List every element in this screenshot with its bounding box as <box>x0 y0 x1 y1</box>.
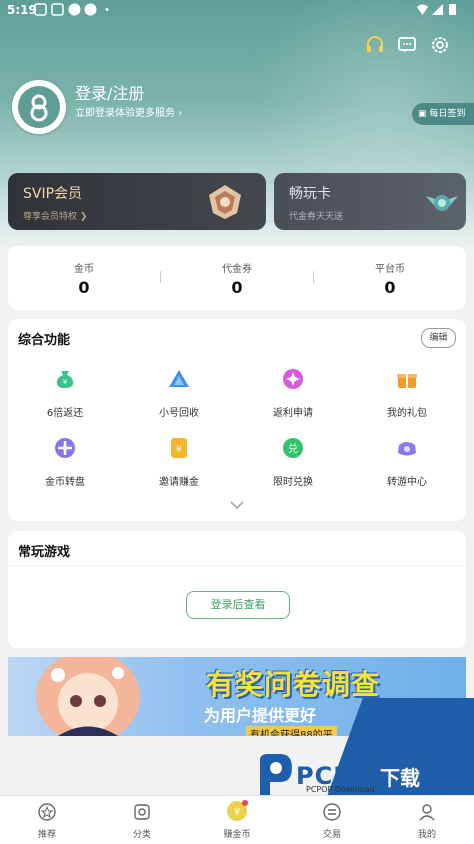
stat-value: 0 <box>384 278 396 297</box>
feature-item[interactable]: 我的礼包 <box>350 368 464 428</box>
coin-icon: ¥ <box>227 800 248 821</box>
exchange-icon: 兑 <box>283 438 303 458</box>
download-icon <box>84 3 97 16</box>
divider <box>8 565 466 566</box>
login-to-view-button[interactable]: 登录后查看 <box>186 591 290 619</box>
recent-games-panel: 常玩游戏 登录后查看 <box>8 531 466 648</box>
features-panel: 综合功能 编辑 ¥ 6倍返还 小号回收 返利申请 我的礼包 金币转盘 ¥ 邀请赚… <box>8 319 466 521</box>
svip-title: SVIP会员 <box>23 186 83 202</box>
tab-category[interactable]: 分类 <box>95 796 189 844</box>
login-register-title[interactable]: 登录/注册 <box>75 80 144 104</box>
svip-card[interactable]: SVIP会员 尊享会员特权 ❯ <box>8 173 266 230</box>
tab-profile[interactable]: 我的 <box>380 796 474 844</box>
coin-card-icon: ¥ <box>171 438 187 458</box>
feature-item[interactable]: 小号回收 <box>122 368 236 428</box>
game-icon <box>398 442 416 456</box>
feature-label: 小号回收 <box>159 408 199 419</box>
tab-recommend[interactable]: 推荐 <box>0 796 94 844</box>
features-title: 综合功能 <box>18 333 71 348</box>
daily-checkin-button[interactable]: ▣ 每日签到 <box>412 103 474 125</box>
feature-item[interactable]: ¥ 6倍返还 <box>8 368 122 428</box>
category-icon <box>134 804 150 820</box>
profile-icon <box>419 804 435 821</box>
wallet-stats-panel: 金币 0 代金券 0 平台币 0 <box>8 246 466 310</box>
money-bag-icon: ¥ <box>56 371 74 388</box>
svg-text:兑: 兑 <box>288 442 298 455</box>
feature-label: 金币转盘 <box>45 477 85 488</box>
feature-label: 6倍返还 <box>46 408 84 419</box>
feature-item[interactable]: 返利申请 <box>236 368 350 428</box>
play-card[interactable]: 畅玩卡 代金券天天送 <box>274 173 466 230</box>
stat-label: 金币 <box>74 264 94 275</box>
feature-item[interactable]: 兑 限时兑换 <box>236 437 350 497</box>
tab-label: 赚金币 <box>223 830 251 840</box>
message-icon[interactable] <box>396 34 418 56</box>
stat-value: 0 <box>78 278 90 297</box>
edit-button[interactable]: 编辑 <box>421 328 456 348</box>
recent-games-title: 常玩游戏 <box>18 545 71 560</box>
tab-label: 我的 <box>417 830 436 840</box>
gift-icon: ▣ <box>418 109 430 119</box>
banner-title: 有奖问卷调查 <box>206 668 381 701</box>
feature-label: 邀请赚金 <box>159 477 199 488</box>
download-icon <box>68 3 81 16</box>
feature-item[interactable]: 转游中心 <box>350 437 464 497</box>
triangle-icon <box>169 370 189 387</box>
gift-icon <box>397 374 417 388</box>
headset-icon[interactable] <box>364 34 386 56</box>
feature-label: 我的礼包 <box>387 408 427 419</box>
watermark-cn: 下载 <box>380 766 420 790</box>
crown-badge-icon <box>209 185 241 219</box>
login-subtitle[interactable]: 立即登录体验更多服务 › <box>75 104 182 119</box>
tab-label: 分类 <box>132 830 151 840</box>
stat-label: 代金券 <box>222 264 252 275</box>
status-time: 5:19 <box>7 3 37 17</box>
avatar[interactable] <box>12 80 66 134</box>
svg-text:¥: ¥ <box>63 378 68 386</box>
svg-text:¥: ¥ <box>234 807 240 818</box>
pcpop-logo-icon <box>260 754 292 796</box>
play-card-subtitle: 代金券天天送 <box>289 212 344 222</box>
sparkle-icon <box>283 369 303 389</box>
dot-icon <box>105 8 109 11</box>
daily-checkin-label: 每日签到 <box>429 109 466 119</box>
play-card-title: 畅玩卡 <box>289 186 331 202</box>
chevron-down-icon[interactable] <box>230 500 244 510</box>
trade-icon <box>323 803 341 821</box>
wings-badge-icon <box>426 195 458 211</box>
status-bar: 5:19 <box>0 0 474 20</box>
feature-label: 转游中心 <box>387 477 427 488</box>
settings-gear-icon[interactable] <box>429 34 451 56</box>
bottom-tab-bar: 推荐 分类 ¥ 赚金币 交易 我的 <box>0 795 474 844</box>
svip-subtitle: 尊享会员特权 ❯ <box>23 212 88 222</box>
tab-trade[interactable]: 交易 <box>285 796 379 844</box>
notification-icon <box>34 3 47 16</box>
feature-item[interactable]: 金币转盘 <box>8 437 122 497</box>
wheel-icon <box>55 438 75 458</box>
feature-item[interactable]: ¥ 邀请赚金 <box>122 437 236 497</box>
feature-label: 返利申请 <box>273 408 313 419</box>
tab-label: 推荐 <box>37 830 56 840</box>
notification-icon <box>51 3 64 16</box>
svg-text:¥: ¥ <box>176 445 182 455</box>
battery-icon <box>449 4 456 15</box>
stat-platform-coin[interactable]: 平台币 0 <box>314 246 466 310</box>
stat-label: 平台币 <box>375 264 405 275</box>
tab-earn-gold[interactable]: ¥ 赚金币 <box>190 796 284 844</box>
signal-icon <box>432 4 443 15</box>
avatar-logo-icon <box>18 86 60 128</box>
wifi-icon <box>417 4 428 15</box>
watermark-sub: PCPOP Download <box>306 785 375 794</box>
stat-value: 0 <box>231 278 243 297</box>
stat-voucher[interactable]: 代金券 0 <box>161 246 313 310</box>
anime-girl-illustration <box>36 657 140 736</box>
stat-gold[interactable]: 金币 0 <box>8 246 160 310</box>
tab-label: 交易 <box>322 830 341 840</box>
star-icon <box>38 803 56 821</box>
feature-label: 限时兑换 <box>273 477 313 488</box>
